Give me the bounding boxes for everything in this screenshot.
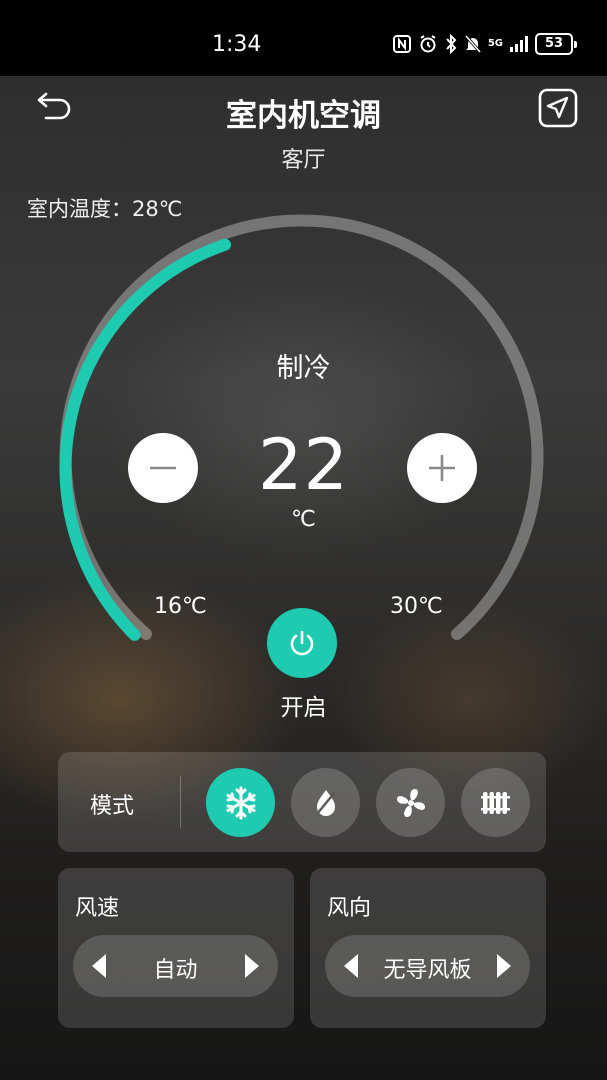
wind-direction-title: 风向 <box>327 896 372 921</box>
heater-icon <box>480 791 510 814</box>
wind-speed-panel: 风速 自动 <box>58 868 294 1028</box>
fan-icon <box>396 788 425 817</box>
mode-cool-button[interactable] <box>206 768 275 837</box>
snowflake-icon <box>226 786 255 819</box>
plus-icon <box>429 455 455 481</box>
current-mode: 制冷 <box>276 353 331 384</box>
dehumidify-icon <box>315 789 336 816</box>
power-label: 开启 <box>280 695 327 721</box>
power-button[interactable] <box>267 608 337 678</box>
wind-direction-panel: 风向 无导风板 <box>310 868 546 1028</box>
min-temp-label: 16℃ <box>154 594 207 619</box>
mode-dry-button[interactable] <box>291 768 360 837</box>
power-icon <box>290 630 314 656</box>
divider <box>180 776 181 828</box>
setpoint-temperature: 22 <box>257 424 350 506</box>
wind-speed-title: 风速 <box>75 896 120 921</box>
increase-temp-button[interactable] <box>407 433 477 503</box>
wind-direction-selector: 无导风板 <box>325 935 530 997</box>
max-temp-label: 30℃ <box>390 594 443 619</box>
wind-speed-next-icon[interactable] <box>242 952 262 980</box>
wind-speed-selector: 自动 <box>73 935 278 997</box>
mode-label: 模式 <box>90 794 135 819</box>
temperature-unit: ℃ <box>291 507 316 532</box>
mode-fan-button[interactable] <box>376 768 445 837</box>
mode-panel: 模式 <box>58 752 546 852</box>
mode-heat-button[interactable] <box>461 768 530 837</box>
wind-direction-next-icon[interactable] <box>494 952 514 980</box>
